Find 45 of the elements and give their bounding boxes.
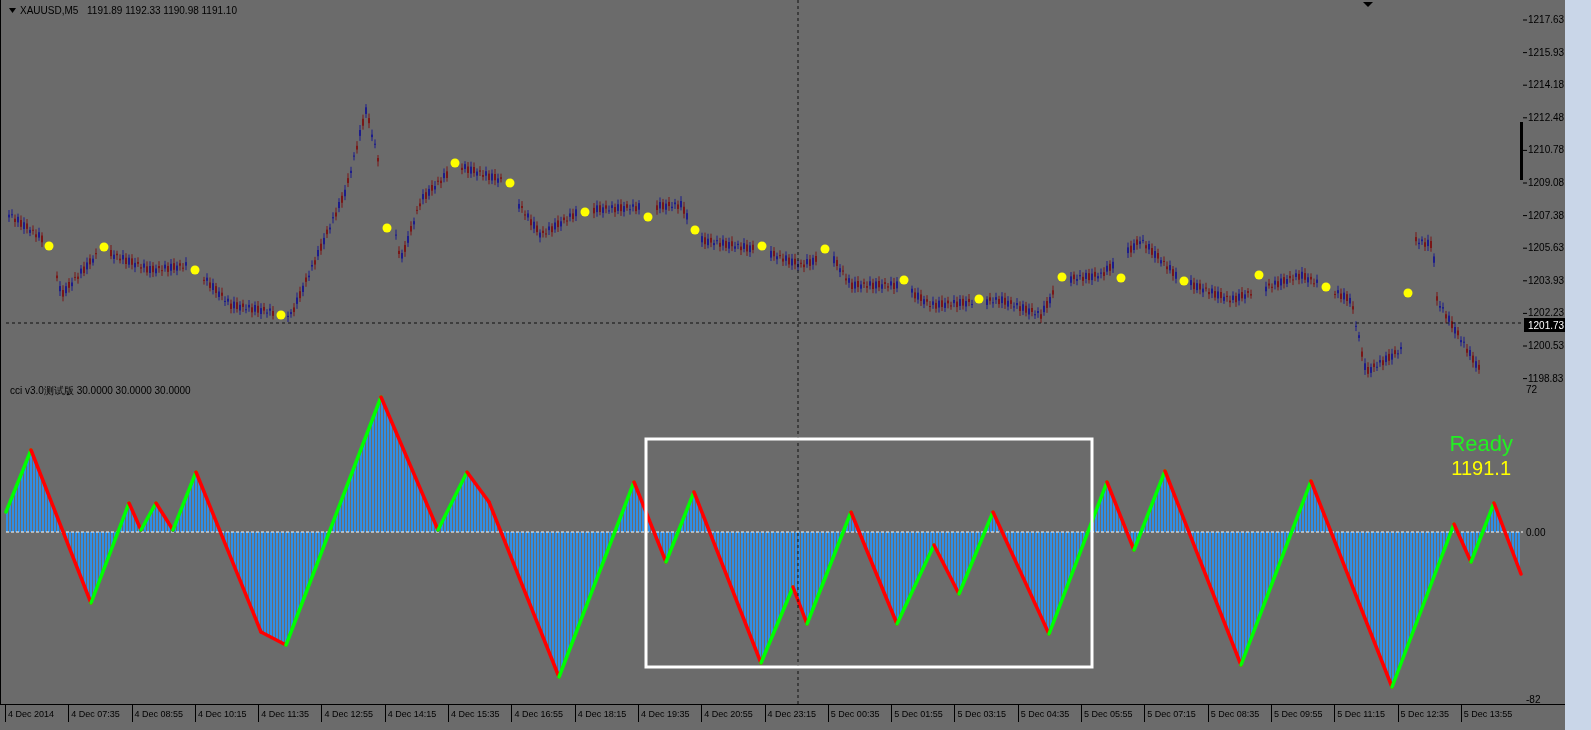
time-label: 5 Dec 13:55 [1460,705,1525,723]
time-label: 4 Dec 16:55 [511,705,575,723]
symbol-label: XAUUSD,M5 [20,5,79,16]
price-label: 1209.08 [1528,177,1565,188]
price-label: 1202.23 [1528,307,1565,319]
price-label: 1205.63 [1528,242,1565,254]
time-label: 5 Dec 05:55 [1081,705,1145,723]
time-label: 4 Dec 10:15 [194,705,259,723]
time-label: 4 Dec 23:15 [764,705,828,723]
indicator-axis-label: 72 [1526,384,1538,396]
price-label: 1214.18 [1528,79,1565,91]
time-label: 4 Dec 08:55 [131,705,195,723]
time-label: 5 Dec 00:35 [827,705,892,723]
ohlc-values: 1191.89 1192.33 1190.98 1191.10 [87,5,237,16]
indicator-title: cci v3.0测试版 30.0000 30.0000 30.0000 [10,385,191,397]
time-label: 5 Dec 08:35 [1207,705,1271,723]
indicator-axis-label: 0.00 [1526,527,1546,539]
time-label: 5 Dec 07:15 [1144,705,1208,723]
time-label: 4 Dec 20:55 [701,705,765,723]
time-label: 5 Dec 12:35 [1397,705,1461,723]
time-label: 5 Dec 09:55 [1270,705,1335,723]
time-label: 5 Dec 11:15 [1334,705,1398,723]
price-label: 1200.53 [1528,340,1565,351]
time-label: 5 Dec 03:15 [954,705,1018,723]
time-label: 4 Dec 14:15 [384,705,449,723]
price-label: 1203.93 [1528,274,1565,286]
price-label: 1217.63 [1528,14,1565,25]
time-label: 5 Dec 01:55 [891,705,955,723]
price-label: 1215.93 [1528,46,1565,58]
current-price-label: 1201.73 [1524,318,1565,332]
time-label: 4 Dec 2014 [5,705,69,723]
time-label: 4 Dec 19:35 [637,705,702,723]
time-label: 4 Dec 07:35 [68,705,132,723]
time-label: 4 Dec 11:35 [258,705,322,723]
time-label: 4 Dec 18:15 [574,705,638,723]
price-label: 1198.83 [1528,372,1564,384]
price-label: 1207.38 [1528,209,1565,221]
price-value: 1191.1 [1451,457,1511,480]
price-label: 1212.48 [1528,111,1565,123]
time-label: 4 Dec 15:35 [448,705,512,723]
status-label: Ready [1449,431,1513,457]
indicator-axis-label: -82 [1526,694,1541,705]
price-label: 1210.78 [1528,144,1565,156]
time-label: 4 Dec 12:55 [321,705,385,723]
time-label: 5 Dec 04:35 [1017,705,1082,723]
